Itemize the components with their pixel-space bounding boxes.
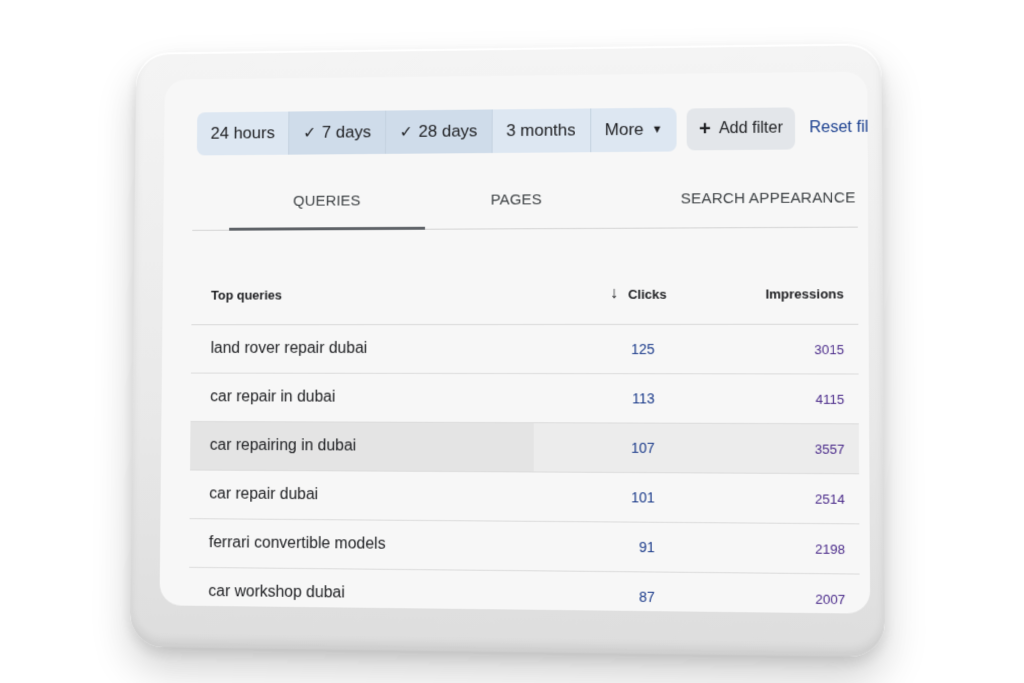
query-cell: car repair in dubai [210, 388, 336, 406]
query-cell: land rover repair dubai [210, 340, 368, 357]
table-row[interactable]: car repair in dubai 113 4115 [190, 373, 859, 425]
impressions-cell: 2007 [815, 591, 846, 607]
more-label: More [604, 119, 644, 140]
chip-24-hours[interactable]: 24 hours [196, 111, 290, 156]
impressions-cell: 2514 [814, 490, 845, 507]
clicks-cell: 125 [630, 341, 655, 358]
table-row-hovered[interactable]: car repairing in dubai 107 3557 [190, 421, 860, 475]
query-cell: car repairing in dubai [190, 421, 534, 472]
clicks-cell: 107 [631, 439, 655, 456]
chip-label: 24 hours [210, 123, 275, 143]
arrow-down-icon: ↓ [609, 284, 618, 302]
device-frame: 24 hours ✓ 7 days ✓ 28 days 3 months Mor [129, 43, 885, 658]
table-header: Top queries ↓ Clicks Impressions [191, 262, 859, 326]
chip-label: 28 days [418, 121, 478, 141]
clicks-cell: 87 [638, 588, 655, 606]
check-icon: ✓ [399, 124, 413, 141]
filter-bar: 24 hours ✓ 7 days ✓ 28 days 3 months Mor [196, 105, 870, 156]
table-row[interactable]: land rover repair dubai 125 3015 [190, 324, 859, 375]
header-clicks-label: Clicks [628, 286, 667, 302]
tab-queries[interactable]: QUERIES [229, 171, 425, 229]
tab-bar: QUERIES PAGES SEARCH APPEARANCE [192, 168, 858, 231]
check-icon: ✓ [302, 124, 317, 142]
more-dropdown[interactable]: More ▼ [591, 108, 677, 153]
clicks-cell: 91 [638, 538, 655, 556]
stage: 24 hours ✓ 7 days ✓ 28 days 3 months Mor [0, 0, 1024, 683]
header-impressions[interactable]: Impressions [701, 286, 858, 301]
table-row[interactable]: car repair dubai 101 2514 [189, 470, 860, 525]
impressions-cell: 2198 [815, 540, 846, 557]
table-row[interactable]: car workshop dubai 87 2007 [189, 568, 860, 614]
tab-search-appearance[interactable]: SEARCH APPEARANCE [646, 168, 870, 228]
clicks-cell: 113 [632, 390, 655, 407]
reset-filters-link[interactable]: Reset filters [809, 118, 870, 137]
date-range-chips: 24 hours ✓ 7 days ✓ 28 days 3 months Mor [196, 107, 677, 156]
impressions-cell: 3557 [814, 440, 845, 457]
table-row[interactable]: ferrari convertible models 91 2198 [189, 519, 860, 575]
chip-label: 7 days [321, 122, 372, 142]
tab-pages[interactable]: PAGES [447, 170, 586, 228]
add-filter-label: Add filter [718, 119, 783, 138]
clicks-cell: 101 [631, 489, 655, 506]
queries-table: Top queries ↓ Clicks Impressions land ro… [189, 262, 860, 614]
impressions-cell: 4115 [815, 391, 845, 407]
header-clicks[interactable]: ↓ Clicks [546, 285, 701, 303]
header-top-queries[interactable]: Top queries [192, 287, 546, 303]
chip-label: 3 months [506, 120, 576, 141]
chip-3-months[interactable]: 3 months [492, 108, 591, 154]
query-cell: car repair dubai [209, 485, 319, 504]
plus-icon: + [698, 117, 711, 140]
chip-28-days[interactable]: ✓ 28 days [385, 109, 493, 154]
screen: 24 hours ✓ 7 days ✓ 28 days 3 months Mor [159, 71, 871, 614]
add-filter-button[interactable]: + Add filter [686, 107, 796, 151]
caret-down-icon: ▼ [651, 123, 663, 136]
chip-7-days[interactable]: ✓ 7 days [289, 110, 386, 155]
query-cell: ferrari convertible models [208, 534, 386, 553]
impressions-cell: 3015 [814, 341, 845, 357]
query-cell: car workshop dubai [208, 582, 345, 602]
